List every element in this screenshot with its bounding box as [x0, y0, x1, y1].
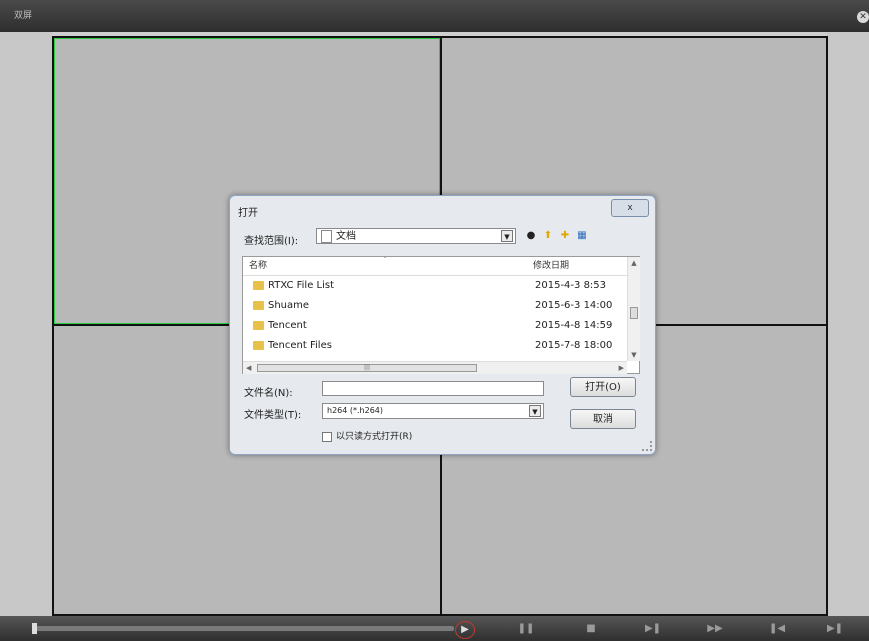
file-date: 2015-4-8 14:59 [535, 320, 613, 331]
readonly-checkbox[interactable]: 以只读方式打开(R) [322, 429, 412, 442]
file-list-header: 名称 ˆ 修改日期 [243, 256, 627, 276]
file-name: Tencent Files [268, 340, 332, 351]
file-date: 2015-4-3 8:53 [535, 280, 607, 291]
sort-icon: ˆ [383, 256, 387, 265]
scroll-thumb[interactable] [630, 307, 638, 319]
list-item[interactable]: Tencent 2015-4-8 14:59 [243, 317, 627, 335]
window-title: 双屏 [14, 11, 33, 21]
prev-icon[interactable]: ❚◀ [768, 621, 786, 637]
folder-icon [253, 281, 264, 290]
fast-forward-icon[interactable]: ▶▶ [706, 621, 724, 637]
open-file-dialog: 打开 ⅹ 查找范围(I): 文档 ▼ ● ⬆ ✚ ▦ 名称 ˆ 修改日期 RTX… [229, 195, 656, 455]
file-name: Tencent [268, 320, 307, 331]
lookin-label: 查找范围(I): [244, 236, 299, 247]
file-list: 名称 ˆ 修改日期 RTXC File List 2015-4-3 8:53 S… [242, 256, 640, 374]
pause-icon[interactable]: ❚❚ [517, 621, 535, 637]
vertical-scrollbar[interactable]: ▲ ▼ [627, 257, 640, 361]
next-icon[interactable]: ▶❚ [826, 621, 844, 637]
close-icon[interactable]: ⅹ [611, 199, 649, 217]
file-name: RTXC File List [268, 280, 335, 291]
scroll-thumb[interactable]: ||| [257, 364, 477, 372]
file-name: Shuame [268, 300, 310, 311]
view-menu-icon[interactable]: ▦ [576, 230, 588, 242]
scroll-up-icon[interactable]: ▲ [628, 257, 640, 269]
filetype-value: h264 (*.h264) [327, 406, 384, 415]
up-folder-icon[interactable]: ⬆ [542, 230, 554, 242]
scroll-left-icon[interactable]: ◀ [246, 362, 251, 374]
progress-slider[interactable] [32, 623, 454, 634]
list-item[interactable]: Tencent Files 2015-7-8 18:00 [243, 337, 627, 355]
checkbox-box[interactable] [322, 431, 332, 442]
column-date-header[interactable]: 修改日期 [533, 257, 569, 275]
file-date: 2015-7-8 18:00 [535, 340, 613, 351]
play-icon[interactable]: ▶ [455, 621, 475, 639]
folder-icon [253, 301, 264, 310]
progress-handle[interactable] [32, 623, 37, 634]
horizontal-scrollbar[interactable]: ◀ ||| ▶ [243, 361, 627, 374]
chevron-down-icon[interactable]: ▼ [501, 230, 513, 242]
stop-icon[interactable]: ■ [582, 621, 600, 637]
filetype-label: 文件类型(T): [244, 410, 302, 421]
list-item[interactable]: Shuame 2015-6-3 14:00 [243, 297, 627, 315]
lookin-value: 文档 [336, 231, 356, 242]
scroll-right-icon[interactable]: ▶ [619, 362, 624, 374]
playback-bar: ▶ ❚❚ ■ ▶❚ ▶▶ ❚◀ ▶❚ [0, 616, 869, 641]
step-icon[interactable]: ▶❚ [644, 621, 662, 637]
close-icon[interactable]: ✕ [857, 11, 869, 23]
cancel-button[interactable]: 取消 [570, 409, 636, 429]
new-folder-icon[interactable]: ✚ [559, 230, 571, 242]
open-button[interactable]: 打开(O) [570, 377, 636, 397]
chevron-down-icon[interactable]: ▼ [529, 405, 541, 417]
folder-icon [253, 341, 264, 350]
filename-label: 文件名(N): [244, 388, 293, 399]
document-icon [321, 229, 332, 243]
right-panel [827, 32, 869, 616]
back-icon[interactable]: ● [525, 230, 537, 242]
scroll-down-icon[interactable]: ▼ [628, 349, 640, 361]
filetype-select[interactable]: h264 (*.h264) ▼ [322, 403, 544, 419]
list-item[interactable]: RTXC File List 2015-4-3 8:53 [243, 277, 627, 295]
left-panel [0, 32, 52, 616]
file-date: 2015-6-3 14:00 [535, 300, 613, 311]
column-name-header[interactable]: 名称 [249, 257, 267, 275]
lookin-select[interactable]: 文档 ▼ [316, 228, 516, 244]
filename-field[interactable] [322, 381, 544, 396]
folder-icon [253, 321, 264, 330]
title-bar: 双屏 ✕ [0, 0, 869, 32]
readonly-label: 以只读方式打开(R) [336, 432, 413, 442]
resize-grip[interactable] [642, 441, 652, 451]
dialog-title: 打开 [238, 208, 258, 219]
